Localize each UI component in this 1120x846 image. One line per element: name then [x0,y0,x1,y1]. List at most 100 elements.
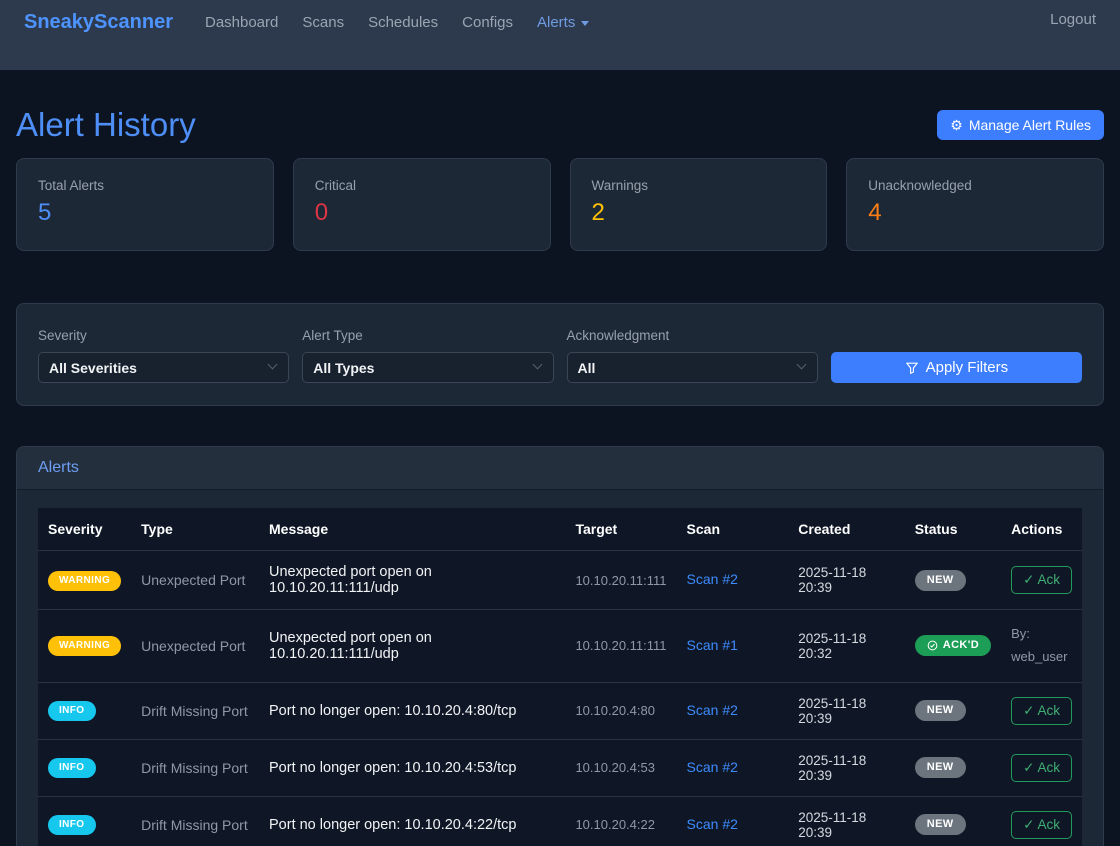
ack-button[interactable]: ✓ Ack [1011,754,1072,782]
alerts-card: Alerts Severity Type Message Target Scan… [16,446,1104,846]
chevron-down-icon [796,360,806,370]
table-row: WARNING Unexpected Port Unexpected port … [38,551,1082,610]
nav-item-alerts-dropdown[interactable]: Alerts [537,14,589,31]
scan-link[interactable]: Scan #2 [687,702,738,718]
alert-type-select[interactable]: All Types [302,352,553,383]
severity-badge: WARNING [48,636,121,656]
alert-target: 10.10.20.11:111 [565,610,676,683]
alert-created: 2025-11-18 20:39 [788,551,904,610]
stat-label: Warnings [592,178,806,193]
severity-badge: WARNING [48,571,121,591]
chevron-down-icon [532,360,542,370]
alerts-table: Severity Type Message Target Scan Create… [38,508,1082,846]
nav-item-scans[interactable]: Scans [302,14,344,31]
main-content: Alert History ⚙ Manage Alert Rules Total… [0,106,1120,846]
ack-label: Ack [1037,760,1060,775]
apply-filters-button[interactable]: Apply Filters [831,352,1082,383]
nav-item-alerts-label: Alerts [537,14,575,31]
alert-created: 2025-11-18 20:39 [788,739,904,796]
stat-value: 0 [315,199,529,227]
nav-item-dashboard[interactable]: Dashboard [205,14,278,31]
funnel-icon [905,361,919,375]
check-icon: ✓ [1023,572,1034,587]
stat-value: 4 [868,199,1082,227]
alert-message: Port no longer open: 10.10.20.4:53/tcp [259,739,565,796]
alert-created: 2025-11-18 20:39 [788,796,904,846]
alert-message: Port no longer open: 10.10.20.4:22/tcp [259,796,565,846]
status-badge: NEW [915,700,966,721]
table-row: INFO Drift Missing Port Port no longer o… [38,682,1082,739]
alert-target: 10.10.20.11:111 [565,551,676,610]
stat-card-unacknowledged: Unacknowledged 4 [846,158,1104,251]
severity-badge: INFO [48,758,96,778]
stat-card-warnings: Warnings 2 [570,158,828,251]
alert-type: Drift Missing Port [131,796,259,846]
alert-created: 2025-11-18 20:32 [788,610,904,683]
alert-target: 10.10.20.4:80 [565,682,676,739]
col-header-scan: Scan [677,508,789,551]
status-badge: NEW [915,814,966,835]
logout-link[interactable]: Logout [1050,11,1096,28]
severity-select-value: All Severities [49,360,137,376]
manage-alert-rules-button[interactable]: ⚙ Manage Alert Rules [937,110,1104,140]
nav-item-schedules[interactable]: Schedules [368,14,438,31]
stat-value: 5 [38,199,252,227]
ack-label: Ack [1037,703,1060,718]
alerts-card-title: Alerts [17,447,1103,490]
col-header-actions: Actions [1001,508,1082,551]
table-row: WARNING Unexpected Port Unexpected port … [38,610,1082,683]
severity-select[interactable]: All Severities [38,352,289,383]
alert-message: Unexpected port open on 10.10.20.11:111/… [259,551,565,610]
alert-message: Unexpected port open on 10.10.20.11:111/… [259,610,565,683]
stat-value: 2 [592,199,806,227]
ack-button[interactable]: ✓ Ack [1011,811,1072,839]
scan-link[interactable]: Scan #2 [687,816,738,832]
table-row: INFO Drift Missing Port Port no longer o… [38,739,1082,796]
brand[interactable]: SneakyScanner [24,11,173,34]
stat-label: Critical [315,178,529,193]
col-header-created: Created [788,508,904,551]
col-header-status: Status [905,508,1001,551]
stat-card-critical: Critical 0 [293,158,551,251]
severity-filter-label: Severity [38,328,289,343]
acknowledgment-select[interactable]: All [567,352,818,383]
status-badge: NEW [915,570,966,591]
manage-alert-rules-label: Manage Alert Rules [969,117,1091,133]
filter-panel: Severity All Severities Alert Type All T… [16,303,1104,406]
check-icon: ✓ [1023,817,1034,832]
alert-type: Drift Missing Port [131,739,259,796]
caret-down-icon [581,21,589,26]
page-title: Alert History [16,106,196,144]
alert-type: Unexpected Port [131,551,259,610]
scan-link[interactable]: Scan #2 [687,571,738,587]
severity-badge: INFO [48,701,96,721]
ack-button[interactable]: ✓ Ack [1011,697,1072,725]
apply-filters-label: Apply Filters [926,359,1009,376]
ack-button[interactable]: ✓ Ack [1011,566,1072,594]
nav-item-configs[interactable]: Configs [462,14,513,31]
stats-row: Total Alerts 5 Critical 0 Warnings 2 Una… [16,158,1104,251]
col-header-type: Type [131,508,259,551]
stat-card-total-alerts: Total Alerts 5 [16,158,274,251]
scan-link[interactable]: Scan #2 [687,759,738,775]
alert-type: Unexpected Port [131,610,259,683]
scan-link[interactable]: Scan #1 [687,637,738,653]
acked-by: By:web_user [1001,610,1082,683]
alert-created: 2025-11-18 20:39 [788,682,904,739]
status-badge: NEW [915,757,966,778]
table-header-row: Severity Type Message Target Scan Create… [38,508,1082,551]
ack-label: Ack [1037,572,1060,587]
alert-message: Port no longer open: 10.10.20.4:80/tcp [259,682,565,739]
alert-target: 10.10.20.4:22 [565,796,676,846]
col-header-message: Message [259,508,565,551]
gear-icon: ⚙ [950,118,963,132]
check-icon: ✓ [1023,703,1034,718]
alert-type-filter-label: Alert Type [302,328,553,343]
status-badge-ackd: ACK'D [915,635,991,656]
ack-label: Ack [1037,817,1060,832]
check-icon: ✓ [1023,760,1034,775]
col-header-severity: Severity [38,508,131,551]
stat-label: Unacknowledged [868,178,1082,193]
acknowledgment-select-value: All [578,360,596,376]
severity-badge: INFO [48,815,96,835]
